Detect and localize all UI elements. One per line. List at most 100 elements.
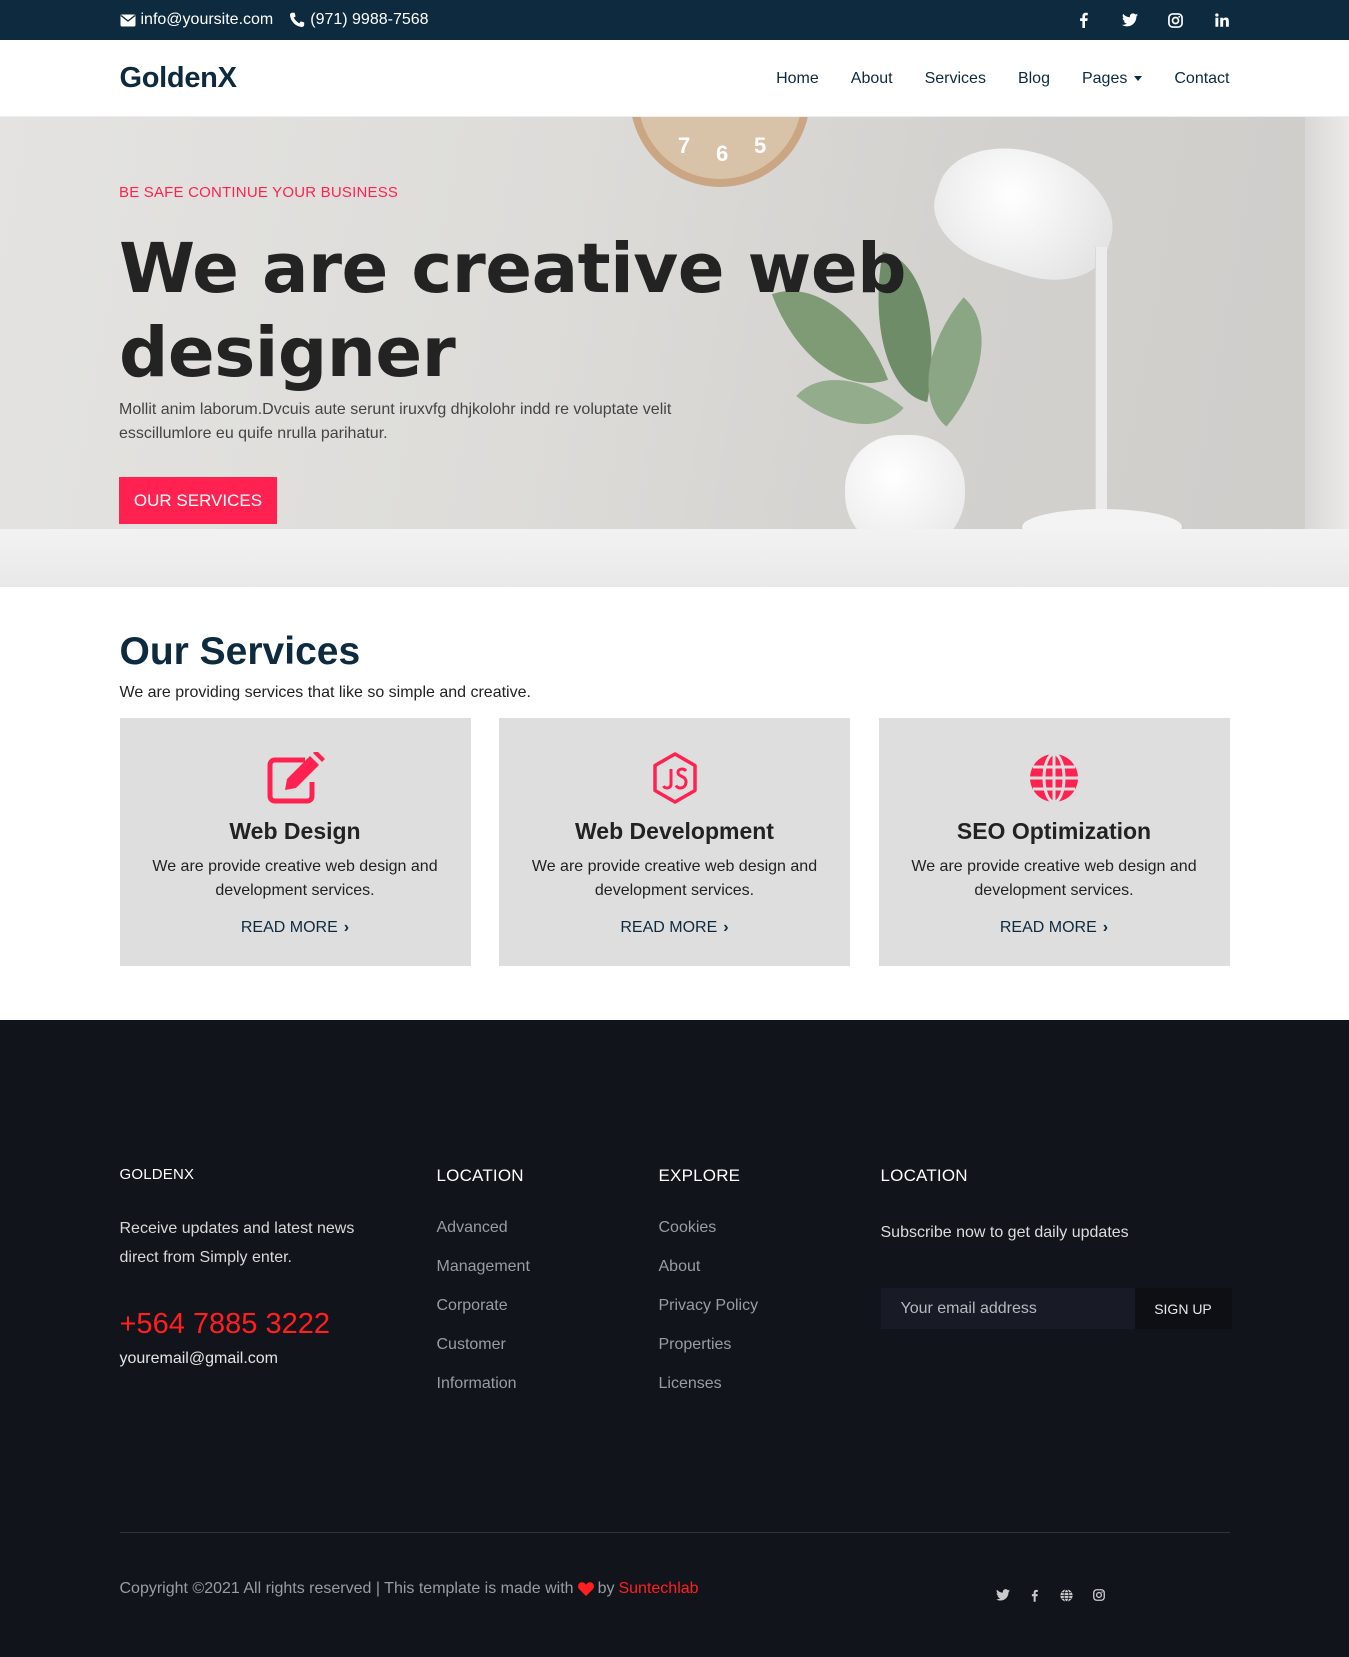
footer-link[interactable]: Cookies bbox=[659, 1218, 839, 1238]
top-bar: info@yoursite.com (971) 9988-7568 bbox=[0, 0, 1349, 40]
chevron-right-icon: › bbox=[343, 919, 350, 936]
hero-section: 7 6 5 BE SAFE CONTINUE YOUR BUSINESS We … bbox=[0, 117, 1349, 587]
nav-item-contact[interactable]: Contact bbox=[1174, 70, 1229, 88]
service-card-text: We are provide creative web design and d… bbox=[531, 858, 818, 899]
js-icon bbox=[499, 752, 850, 804]
read-more-link[interactable]: READ MORE › bbox=[1000, 919, 1108, 937]
topbar-email[interactable]: info@yoursite.com bbox=[120, 11, 274, 29]
nav-item-about[interactable]: About bbox=[851, 70, 893, 88]
service-card: Web Development We are provide creative … bbox=[499, 718, 850, 966]
footer-newsletter-title: LOCATION bbox=[880, 1166, 968, 1185]
instagram-icon[interactable] bbox=[1168, 12, 1184, 28]
author-link[interactable]: Suntechlab bbox=[618, 1580, 698, 1598]
service-card-title: Web Design bbox=[229, 818, 361, 844]
nav-item-pages-label: Pages bbox=[1081, 69, 1128, 87]
copyright: Copyright ©2021 All rights reserved | Th… bbox=[120, 1580, 699, 1598]
nav-menu: Home About Services Blog Pages Contact bbox=[744, 70, 1229, 88]
footer-explore-column: EXPLORE Cookies About Privacy Policy Pro… bbox=[659, 1166, 839, 1413]
footer-location-column: LOCATION Advanced Management Corporate C… bbox=[437, 1166, 617, 1413]
sign-up-button[interactable]: SIGN UP bbox=[1134, 1288, 1232, 1329]
footer-brand-column: GOLDENX Receive updates and latest news … bbox=[120, 1166, 380, 1368]
service-card-text: We are provide creative web design and d… bbox=[911, 858, 1197, 899]
caret-down-icon bbox=[1134, 76, 1143, 81]
our-services-button[interactable]: OUR SERVICES bbox=[119, 477, 277, 524]
hero-lamp-pole bbox=[1095, 247, 1107, 517]
topbar-phone[interactable]: (971) 9988-7568 bbox=[289, 11, 429, 29]
hero-clock-image: 7 6 5 bbox=[630, 117, 810, 187]
hero-kicker: BE SAFE CONTINUE YOUR BUSINESS bbox=[119, 184, 399, 201]
read-more-label: READ MORE bbox=[999, 919, 1097, 936]
linkedin-icon[interactable] bbox=[1214, 12, 1230, 28]
service-card: Web Design We are provide creative web d… bbox=[119, 718, 471, 966]
subscribe-form: SIGN UP bbox=[880, 1288, 1232, 1329]
service-card-title: Web Development bbox=[575, 818, 774, 844]
services-subheading: We are providing services that like so s… bbox=[119, 684, 531, 701]
footer-brand-title: GOLDENX bbox=[119, 1166, 195, 1183]
footer-socials bbox=[995, 1588, 1124, 1602]
copyright-by: by bbox=[597, 1580, 615, 1597]
envelope-icon bbox=[120, 14, 135, 26]
topbar-phone-text: (971) 9988-7568 bbox=[310, 11, 429, 28]
footer-newsletter-text: Subscribe now to get daily updates bbox=[880, 1224, 1129, 1241]
footer-link[interactable]: About bbox=[659, 1257, 839, 1277]
clock-number: 6 bbox=[716, 141, 729, 166]
chevron-right-icon: › bbox=[723, 919, 729, 936]
footer-newsletter-column: LOCATION Subscribe now to get daily upda… bbox=[880, 1166, 1232, 1329]
clock-number: 7 bbox=[678, 133, 691, 158]
footer-email[interactable]: youremail@gmail.com bbox=[120, 1350, 380, 1368]
heart-icon bbox=[577, 1582, 594, 1596]
nav-item-services[interactable]: Services bbox=[925, 70, 986, 88]
chevron-right-icon: › bbox=[1102, 919, 1109, 936]
twitter-icon[interactable] bbox=[995, 1588, 1010, 1602]
footer-explore-title: EXPLORE bbox=[658, 1166, 741, 1185]
footer-link[interactable]: Privacy Policy bbox=[659, 1296, 839, 1316]
edit-icon bbox=[120, 752, 471, 804]
footer-link[interactable]: Licenses bbox=[659, 1374, 839, 1394]
footer-location-title: LOCATION bbox=[436, 1166, 524, 1185]
services-heading: Our Services bbox=[119, 630, 361, 673]
phone-icon bbox=[290, 12, 305, 28]
topbar-socials bbox=[1046, 12, 1230, 28]
service-card-title: SEO Optimization bbox=[956, 818, 1152, 844]
nav-item-blog[interactable]: Blog bbox=[1018, 70, 1050, 88]
footer-link[interactable]: Management bbox=[437, 1257, 617, 1277]
footer-phone[interactable]: +564 7885 3222 bbox=[120, 1308, 380, 1341]
main-navbar: GoldenX Home About Services Blog Pages C… bbox=[0, 40, 1349, 117]
read-more-link[interactable]: READ MORE › bbox=[620, 919, 728, 937]
topbar-email-text: info@yoursite.com bbox=[140, 11, 274, 28]
footer-brand-text: Receive updates and latest news direct f… bbox=[119, 1220, 355, 1266]
read-more-link[interactable]: READ MORE › bbox=[241, 919, 349, 937]
nav-item-pages[interactable]: Pages bbox=[1081, 69, 1143, 88]
brand-logo[interactable]: GoldenX bbox=[120, 62, 237, 95]
footer-link[interactable]: Corporate bbox=[437, 1296, 617, 1316]
clock-number: 5 bbox=[754, 133, 767, 158]
site-footer: GOLDENX Receive updates and latest news … bbox=[0, 1020, 1349, 1657]
services-section: Our Services We are providing services t… bbox=[0, 587, 1349, 1020]
email-input[interactable] bbox=[880, 1288, 1135, 1329]
instagram-icon[interactable] bbox=[1092, 1588, 1106, 1602]
footer-link[interactable]: Customer bbox=[437, 1335, 617, 1355]
read-more-label: READ MORE bbox=[620, 919, 718, 936]
service-card: SEO Optimization We are provide creative… bbox=[878, 718, 1230, 966]
footer-columns: GOLDENX Receive updates and latest news … bbox=[120, 1166, 1232, 1426]
hero-lead: Mollit anim laborum.Dvcuis aute serunt i… bbox=[119, 401, 672, 442]
service-card-text: We are provide creative web design and d… bbox=[152, 858, 438, 899]
footer-link[interactable]: Information bbox=[437, 1374, 617, 1394]
twitter-icon[interactable] bbox=[1121, 12, 1138, 28]
hero-title: We are creative web designer bbox=[119, 229, 907, 393]
service-cards: Web Design We are provide creative web d… bbox=[119, 718, 1230, 966]
copyright-text: Copyright ©2021 All rights reserved | Th… bbox=[119, 1580, 574, 1597]
globe-icon[interactable] bbox=[1060, 1588, 1074, 1602]
facebook-icon[interactable] bbox=[1076, 12, 1092, 28]
hero-desk bbox=[0, 529, 1349, 587]
nav-item-home[interactable]: Home bbox=[776, 70, 819, 88]
footer-link[interactable]: Properties bbox=[659, 1335, 839, 1355]
footer-link[interactable]: Advanced bbox=[437, 1218, 617, 1238]
footer-explore-list: Cookies About Privacy Policy Properties … bbox=[659, 1218, 839, 1394]
footer-location-list: Advanced Management Corporate Customer I… bbox=[437, 1218, 617, 1394]
globe-icon bbox=[879, 752, 1230, 804]
footer-divider bbox=[119, 1532, 1230, 1533]
facebook-icon[interactable] bbox=[1028, 1588, 1042, 1602]
hero-wall-edge bbox=[1305, 117, 1349, 587]
contact-info: info@yoursite.com (971) 9988-7568 bbox=[120, 11, 445, 29]
